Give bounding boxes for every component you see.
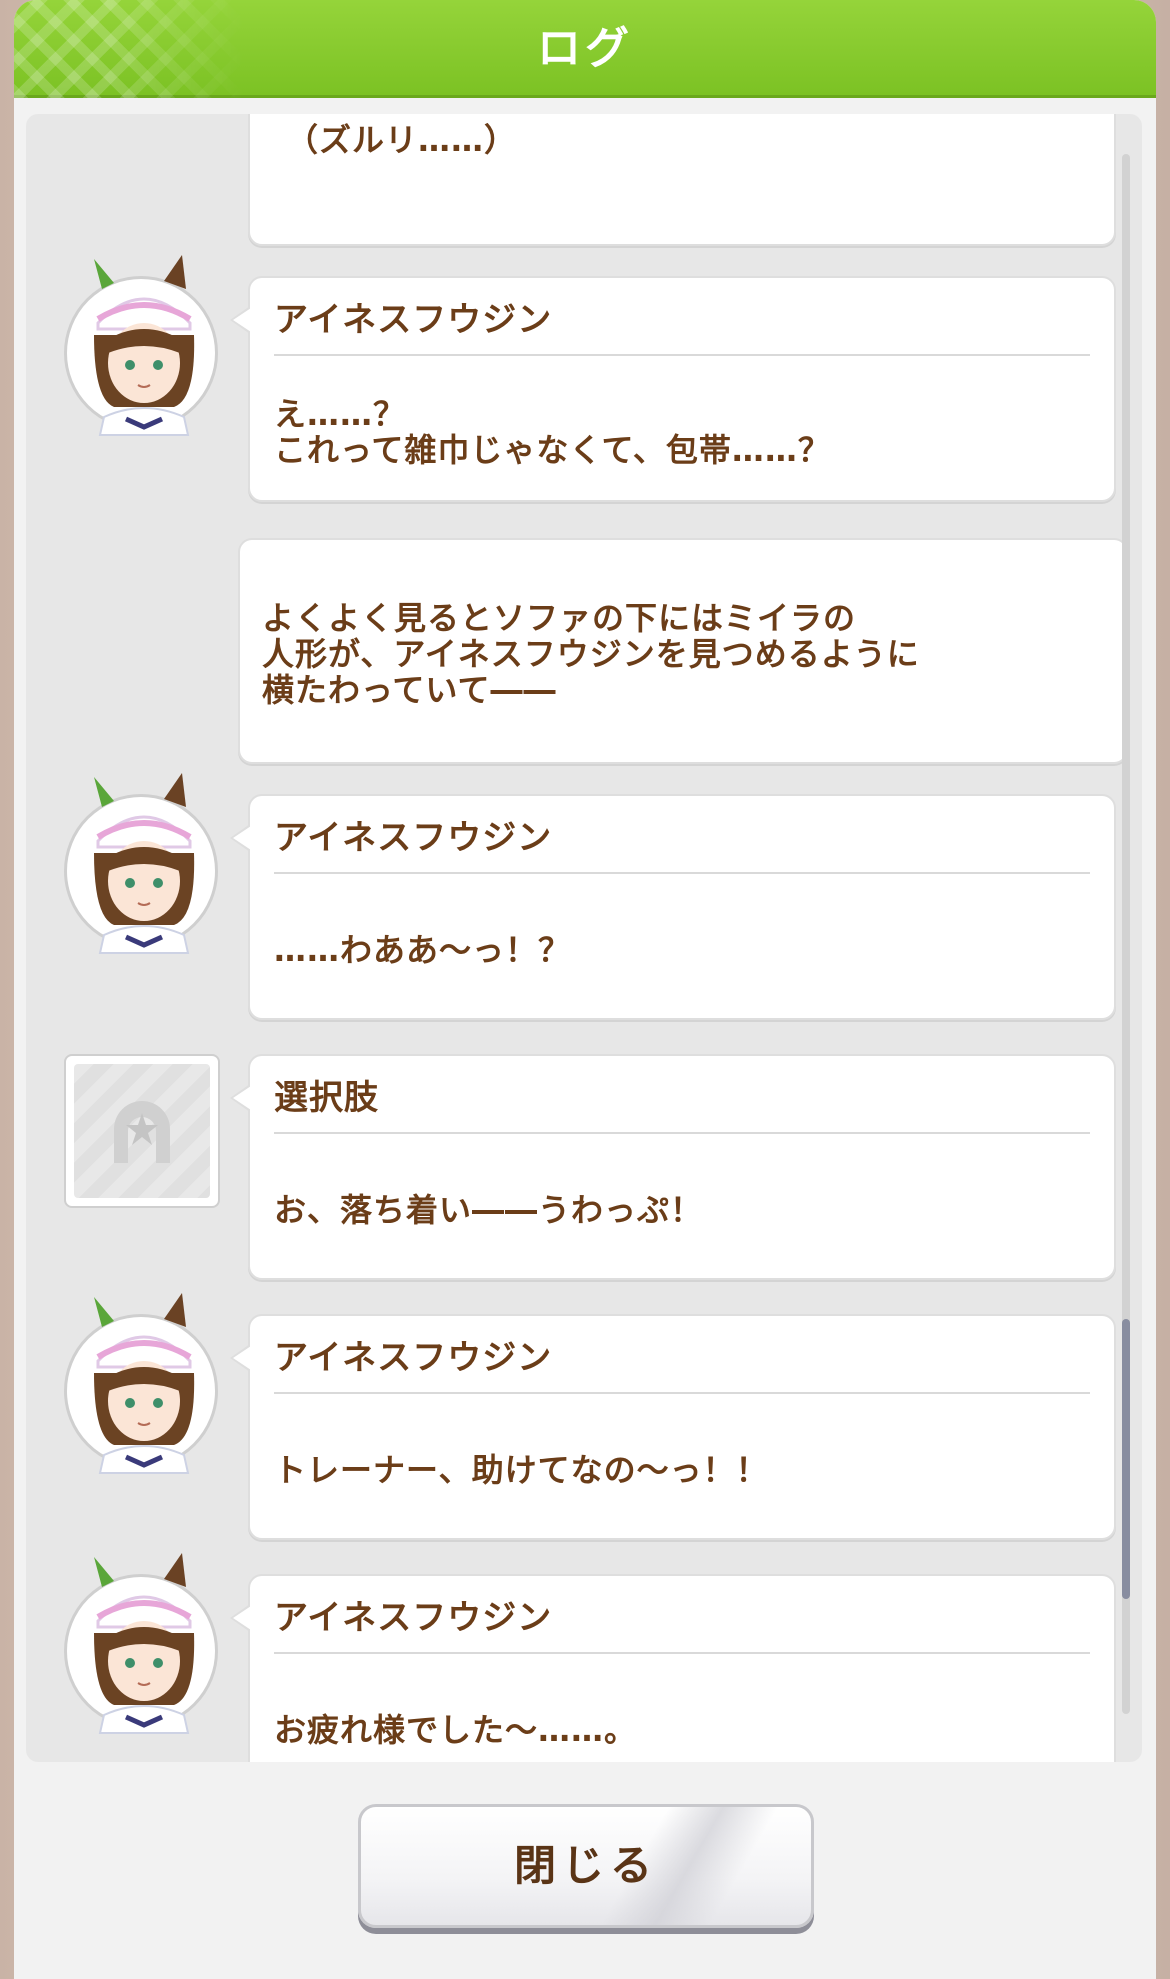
list-item: 選択肢 お、落ち着い――うわっぷ！ bbox=[230, 1054, 1116, 1280]
divider bbox=[274, 1132, 1090, 1134]
list-item: アイネスフウジン トレーナー、助けてなの～っ！！ bbox=[230, 1314, 1116, 1540]
scrollbar[interactable] bbox=[1122, 154, 1130, 1714]
close-button-label: 閉じる bbox=[513, 1841, 658, 1890]
list-item: よくよく見るとソファの下にはミイラの 人形が、アイネスフウジンを見つめるように … bbox=[238, 538, 1128, 764]
divider bbox=[274, 1392, 1090, 1394]
choice-icon-frame bbox=[64, 1054, 220, 1208]
message-text: ……わああ～っ！？ bbox=[274, 931, 572, 969]
avatar bbox=[64, 1293, 218, 1474]
avatar bbox=[64, 255, 218, 436]
horseshoe-star-icon bbox=[114, 1101, 170, 1163]
message-text: え……？ これって雑巾じゃなくて、包帯……？ bbox=[274, 395, 831, 469]
message-text: トレーナー、助けてなの～っ！！ bbox=[274, 1451, 769, 1489]
speaker-name: アイネスフウジン bbox=[274, 1598, 553, 1638]
speaker-name: 選択肢 bbox=[274, 1078, 379, 1118]
message-text: （ズルリ……） bbox=[286, 121, 518, 159]
list-item: アイネスフウジン ……わああ～っ！？ bbox=[230, 794, 1116, 1020]
divider bbox=[274, 872, 1090, 874]
character-portrait-icon bbox=[94, 255, 195, 436]
list-item: アイネスフウジン え……？ これって雑巾じゃなくて、包帯……？ bbox=[230, 276, 1116, 502]
message-text: お、落ち着い――うわっぷ！ bbox=[274, 1191, 704, 1229]
speaker-name: アイネスフウジン bbox=[274, 1338, 553, 1378]
dialog-title: ログ bbox=[537, 23, 633, 74]
message-text: お疲れ様でした～……。 bbox=[274, 1711, 638, 1749]
character-portrait-icon bbox=[94, 1553, 195, 1734]
log-dialog: ログ （ズルリ……） アイネスフウジン え……？ これって雑巾じゃなくて、包帯…… bbox=[14, 0, 1156, 1979]
divider bbox=[274, 1652, 1090, 1654]
list-item: アイネスフウジン お疲れ様でした～……。 bbox=[230, 1574, 1116, 1762]
character-portrait-icon bbox=[94, 1293, 195, 1474]
speaker-name: アイネスフウジン bbox=[274, 300, 553, 340]
list-item: （ズルリ……） bbox=[248, 114, 1116, 246]
close-button[interactable]: 閉じる bbox=[358, 1804, 814, 1928]
message-text: よくよく見るとソファの下にはミイラの 人形が、アイネスフウジンを見つめるように … bbox=[262, 599, 920, 709]
character-portrait-icon bbox=[94, 773, 195, 954]
scrollbar-thumb[interactable] bbox=[1122, 1319, 1130, 1599]
dialog-footer: 閉じる bbox=[14, 1762, 1156, 1979]
log-list[interactable]: （ズルリ……） アイネスフウジン え……？ これって雑巾じゃなくて、包帯……？ … bbox=[26, 114, 1142, 1762]
avatar bbox=[64, 1553, 218, 1734]
speaker-name: アイネスフウジン bbox=[274, 818, 553, 858]
avatar bbox=[64, 773, 218, 954]
divider bbox=[274, 354, 1090, 356]
dialog-header: ログ bbox=[14, 0, 1156, 98]
